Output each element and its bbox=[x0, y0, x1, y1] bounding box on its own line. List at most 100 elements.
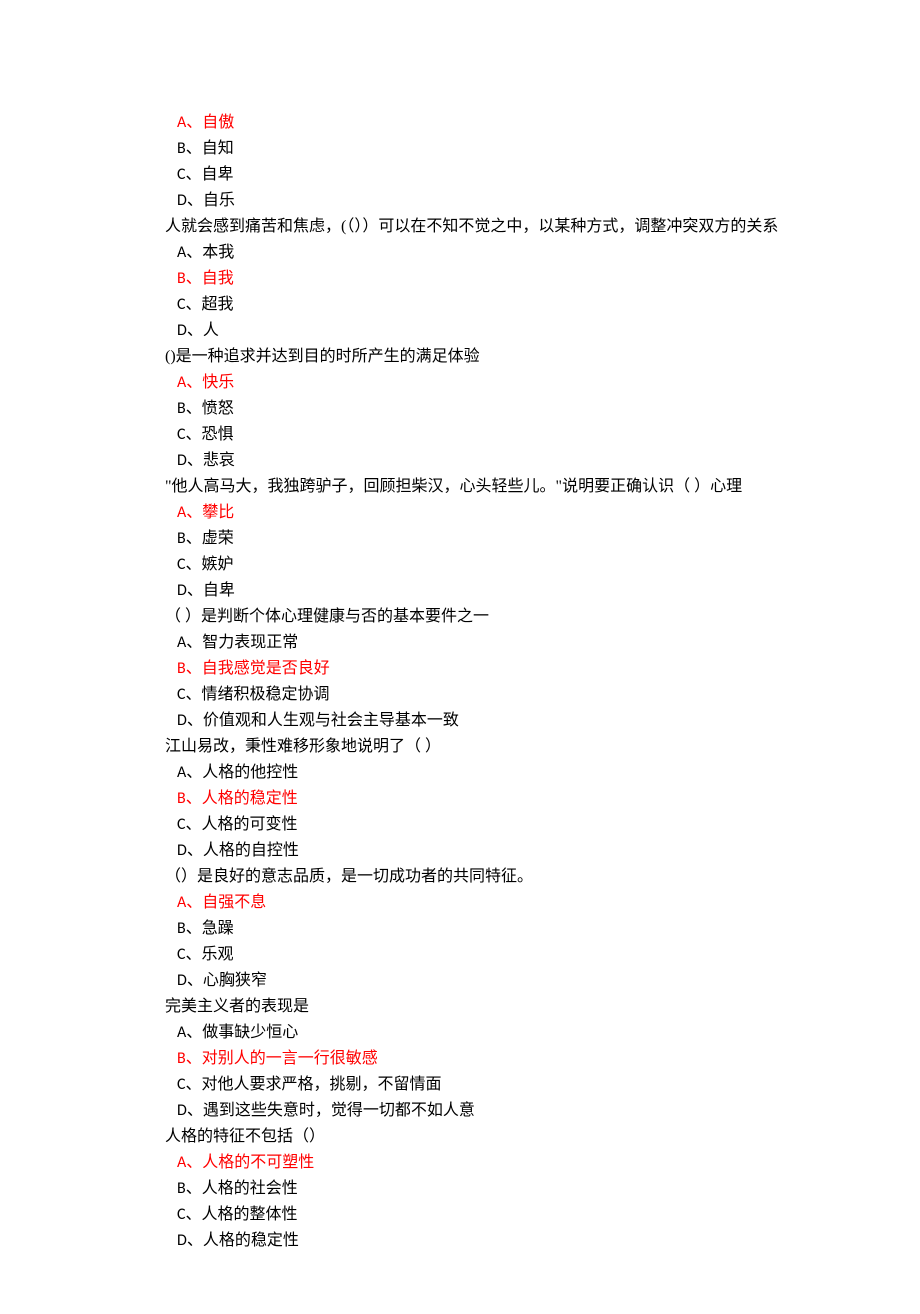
option-label: C、 bbox=[177, 165, 202, 184]
question-stem: （ ）是判断个体心理健康与否的基本要件之一 bbox=[165, 604, 860, 630]
option-text: 自我感觉是否良好 bbox=[202, 660, 330, 677]
option-b: B、虚荣 bbox=[165, 526, 860, 552]
option-text: 自强不息 bbox=[202, 894, 266, 911]
option-c: C、人格的可变性 bbox=[165, 812, 860, 838]
option-text: 虚荣 bbox=[202, 530, 234, 547]
option-label: C、 bbox=[177, 1205, 202, 1224]
option-d: D、自卑 bbox=[165, 578, 860, 604]
question-stem: （）是良好的意志品质，是一切成功者的共同特征。 bbox=[165, 864, 860, 890]
option-text: 乐观 bbox=[202, 946, 234, 963]
option-label: D、 bbox=[177, 971, 203, 990]
option-text: 人格的稳定性 bbox=[202, 790, 298, 807]
option-c: C、超我 bbox=[165, 292, 860, 318]
option-label: D、 bbox=[177, 1101, 203, 1120]
option-text: 悲哀 bbox=[203, 452, 235, 469]
option-text: 心胸狭窄 bbox=[203, 972, 267, 989]
option-c: C、恐惧 bbox=[165, 422, 860, 448]
option-a: A、智力表现正常 bbox=[165, 630, 860, 656]
option-text: 自卑 bbox=[203, 582, 235, 599]
option-text: 超我 bbox=[202, 296, 234, 313]
option-a: A、本我 bbox=[165, 240, 860, 266]
question-stem: 人格的特征不包括（） bbox=[165, 1124, 860, 1150]
option-label: B、 bbox=[177, 789, 202, 808]
option-b: B、急躁 bbox=[165, 916, 860, 942]
option-label: B、 bbox=[177, 1049, 202, 1068]
option-label: D、 bbox=[177, 841, 203, 860]
option-text: 人格的整体性 bbox=[202, 1206, 298, 1223]
option-label: A、 bbox=[177, 633, 202, 652]
option-label: B、 bbox=[177, 139, 202, 158]
option-d: D、遇到这些失意时，觉得一切都不如人意 bbox=[165, 1098, 860, 1124]
option-label: B、 bbox=[177, 269, 202, 288]
option-text: 对他人要求严格，挑剔，不留情面 bbox=[202, 1076, 442, 1093]
option-text: 人格的可变性 bbox=[202, 816, 298, 833]
option-b: B、对别人的一言一行很敏感 bbox=[165, 1046, 860, 1072]
option-text: 嫉妒 bbox=[202, 556, 234, 573]
option-b: B、自我感觉是否良好 bbox=[165, 656, 860, 682]
option-b: B、愤怒 bbox=[165, 396, 860, 422]
option-label: D、 bbox=[177, 581, 203, 600]
option-text: 做事缺少恒心 bbox=[202, 1024, 298, 1041]
option-a: A、攀比 bbox=[165, 500, 860, 526]
option-text: 人格的自控性 bbox=[203, 842, 299, 859]
option-label: C、 bbox=[177, 1075, 202, 1094]
option-label: B、 bbox=[177, 529, 202, 548]
option-text: 人格的稳定性 bbox=[203, 1232, 299, 1249]
option-label: C、 bbox=[177, 815, 202, 834]
option-a: A、快乐 bbox=[165, 370, 860, 396]
question-stem: 完美主义者的表现是 bbox=[165, 994, 860, 1020]
option-a: A、做事缺少恒心 bbox=[165, 1020, 860, 1046]
option-c: C、情绪积极稳定协调 bbox=[165, 682, 860, 708]
option-d: D、人格的自控性 bbox=[165, 838, 860, 864]
option-a: A、自傲 bbox=[165, 110, 860, 136]
option-text: 自知 bbox=[202, 140, 234, 157]
question-stem: ()是一种追求并达到目的时所产生的满足体验 bbox=[165, 344, 860, 370]
option-d: D、人格的稳定性 bbox=[165, 1228, 860, 1254]
option-text: 人格的社会性 bbox=[202, 1180, 298, 1197]
option-text: 急躁 bbox=[202, 920, 234, 937]
option-a: A、人格的不可塑性 bbox=[165, 1150, 860, 1176]
option-a: A、人格的他控性 bbox=[165, 760, 860, 786]
option-label: B、 bbox=[177, 919, 202, 938]
option-label: A、 bbox=[177, 1023, 202, 1042]
option-c: C、嫉妒 bbox=[165, 552, 860, 578]
option-text: 自卑 bbox=[202, 166, 234, 183]
option-text: 本我 bbox=[202, 244, 234, 261]
option-text: 自傲 bbox=[202, 114, 234, 131]
option-text: 攀比 bbox=[202, 504, 234, 521]
document-page: A、自傲B、自知C、自卑D、自乐人就会感到痛苦和焦虑，(（））可以在不知不觉之中… bbox=[0, 0, 920, 1314]
option-text: 自我 bbox=[202, 270, 234, 287]
option-text: 愤怒 bbox=[202, 400, 234, 417]
option-d: D、自乐 bbox=[165, 188, 860, 214]
option-b: B、自我 bbox=[165, 266, 860, 292]
option-text: 快乐 bbox=[202, 374, 234, 391]
option-d: D、悲哀 bbox=[165, 448, 860, 474]
option-label: A、 bbox=[177, 243, 202, 262]
question-stem: 人就会感到痛苦和焦虑，(（））可以在不知不觉之中，以某种方式，调整冲突双方的关系 bbox=[165, 214, 860, 240]
question-stem: "他人高马大，我独跨驴子，回顾担柴汉，心头轻些儿。"说明要正确认识（ ）心理 bbox=[165, 474, 860, 500]
option-text: 恐惧 bbox=[202, 426, 234, 443]
option-c: C、对他人要求严格，挑剔，不留情面 bbox=[165, 1072, 860, 1098]
question-stem: 江山易改，秉性难移形象地说明了（ ） bbox=[165, 734, 860, 760]
option-label: D、 bbox=[177, 321, 203, 340]
option-text: 人格的他控性 bbox=[202, 764, 298, 781]
option-text: 对别人的一言一行很敏感 bbox=[202, 1050, 378, 1067]
option-label: C、 bbox=[177, 555, 202, 574]
option-d: D、人 bbox=[165, 318, 860, 344]
option-c: C、人格的整体性 bbox=[165, 1202, 860, 1228]
option-label: D、 bbox=[177, 1231, 203, 1250]
option-d: D、心胸狭窄 bbox=[165, 968, 860, 994]
option-text: 人格的不可塑性 bbox=[202, 1154, 314, 1171]
option-label: A、 bbox=[177, 113, 202, 132]
option-label: C、 bbox=[177, 295, 202, 314]
option-text: 自乐 bbox=[203, 192, 235, 209]
option-label: A、 bbox=[177, 1153, 202, 1172]
option-c: C、自卑 bbox=[165, 162, 860, 188]
option-a: A、自强不息 bbox=[165, 890, 860, 916]
option-text: 价值观和人生观与社会主导基本一致 bbox=[203, 712, 459, 729]
option-label: C、 bbox=[177, 425, 202, 444]
option-label: C、 bbox=[177, 945, 202, 964]
option-label: D、 bbox=[177, 191, 203, 210]
option-label: A、 bbox=[177, 503, 202, 522]
option-label: A、 bbox=[177, 763, 202, 782]
